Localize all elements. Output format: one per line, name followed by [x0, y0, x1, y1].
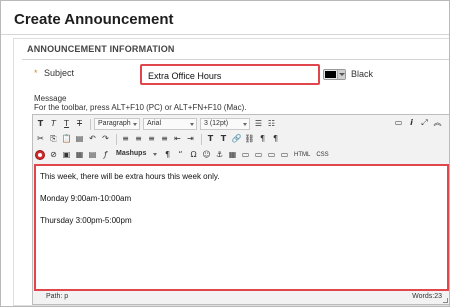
toolbar-separator — [116, 133, 117, 145]
image-icon[interactable]: ▣ — [61, 149, 72, 161]
fullscreen-icon[interactable]: ⤢ — [419, 117, 430, 129]
toolbar-separator — [201, 133, 202, 145]
html-button[interactable]: HTML — [292, 149, 312, 161]
announcement-panel: ANNOUNCEMENT INFORMATION * Subject Extra… — [13, 38, 450, 306]
undo-icon[interactable]: ↶ — [87, 133, 98, 145]
color-swatch — [325, 71, 336, 78]
message-body[interactable]: This week, there will be extra hours thi… — [34, 164, 449, 291]
media-icon[interactable]: ▦ — [74, 149, 85, 161]
strikethrough-icon[interactable]: T — [74, 118, 85, 130]
subscript-icon[interactable]: T — [218, 133, 229, 145]
attach-icon[interactable]: ⊘ — [48, 149, 59, 161]
indent-icon[interactable]: ⇥ — [185, 133, 196, 145]
unlink-icon[interactable]: ⛓ — [244, 133, 255, 145]
preview-icon[interactable]: ▭ — [393, 117, 404, 129]
spellcheck-icon[interactable] — [35, 150, 45, 160]
numbered-list-icon[interactable]: ☷ — [266, 118, 277, 130]
column-icon[interactable]: ▭ — [279, 149, 290, 161]
emoticon-icon[interactable]: ☺ — [201, 149, 212, 161]
align-left-icon[interactable]: ≡ — [120, 133, 131, 145]
text-color-picker[interactable] — [323, 69, 346, 80]
italic-icon[interactable]: T — [48, 118, 59, 130]
chevron-down-icon[interactable] — [337, 70, 345, 79]
anchor-icon[interactable]: ⚓ — [214, 149, 225, 161]
message-label: Message — [34, 94, 67, 103]
paragraph-mark-icon[interactable]: ¶ — [162, 149, 173, 161]
color-name: Black — [351, 69, 374, 79]
bullet-list-icon[interactable]: ☰ — [253, 118, 264, 130]
box-icon[interactable]: ▭ — [240, 149, 251, 161]
special-char-icon[interactable]: Ω — [188, 149, 199, 161]
title-divider — [1, 34, 449, 35]
body-line: This week, there will be extra hours thi… — [40, 172, 220, 181]
toolbar-row-1: T T T T Paragraph Arial 3 (12pt) ☰ ☷ — [35, 117, 279, 131]
rich-text-editor: T T T T Paragraph Arial 3 (12pt) ☰ ☷ ▭ i… — [32, 114, 450, 305]
superscript-icon[interactable]: T — [205, 133, 216, 145]
required-mark: * — [34, 68, 38, 78]
bold-icon[interactable]: T — [35, 118, 46, 130]
font-select[interactable]: Arial — [143, 118, 197, 130]
outdent-icon[interactable]: ⇤ — [172, 133, 183, 145]
toolbar-right-group: ▭ i ⤢ ︽ — [393, 117, 445, 129]
cut-icon[interactable]: ✂ — [35, 133, 46, 145]
section-title: ANNOUNCEMENT INFORMATION — [27, 44, 175, 54]
body-line: Thursday 3:00pm-5:00pm — [40, 216, 132, 225]
subject-input[interactable]: Extra Office Hours — [140, 64, 320, 85]
paste-icon[interactable]: 📋 — [61, 133, 72, 145]
rtl-icon[interactable]: ¶ — [270, 133, 281, 145]
ltr-icon[interactable]: ¶ — [257, 133, 268, 145]
subject-label: Subject — [44, 68, 75, 78]
mashups-menu[interactable]: Mashups — [113, 149, 159, 161]
paragraph-select[interactable]: Paragraph — [94, 118, 140, 130]
window-frame: Create Announcement ANNOUNCEMENT INFORMA… — [0, 0, 450, 307]
row-icon[interactable]: ▭ — [266, 149, 277, 161]
page-title: Create Announcement — [14, 11, 174, 28]
toolbar-separator — [90, 118, 91, 130]
paste-plain-icon[interactable]: ▤ — [74, 133, 85, 145]
align-justify-icon[interactable]: ≡ — [159, 133, 170, 145]
font-size-select[interactable]: 3 (12pt) — [200, 118, 250, 130]
toolbar-row-3: ⊘ ▣ ▦ ▤ ƒ Mashups ¶ “ Ω ☺ ⚓ ▦ ▭ ▭ ▭ ▭ HT… — [35, 148, 333, 162]
collapse-icon[interactable]: ︽ — [432, 117, 443, 129]
resize-handle[interactable] — [443, 298, 448, 303]
toolbar-hint: For the toolbar, press ALT+F10 (PC) or A… — [34, 103, 247, 112]
table-insert-icon[interactable]: ▤ — [87, 149, 98, 161]
link-icon[interactable]: 🔗 — [231, 133, 242, 145]
underline-icon[interactable]: T — [61, 118, 72, 130]
toolbar-row-2: ✂ ⎘ 📋 ▤ ↶ ↷ ≡ ≡ ≡ ≡ ⇤ ⇥ T T 🔗 ⛓ ¶ ¶ — [35, 132, 283, 146]
table-icon[interactable]: ▦ — [227, 149, 238, 161]
word-count: Words:23 — [412, 293, 442, 300]
info-icon[interactable]: i — [406, 117, 417, 129]
element-path: Path: p — [46, 293, 69, 300]
align-right-icon[interactable]: ≡ — [146, 133, 157, 145]
quote-icon[interactable]: “ — [175, 149, 186, 161]
cell-icon[interactable]: ▭ — [253, 149, 264, 161]
body-line — [40, 204, 443, 215]
formula-icon[interactable]: ƒ — [100, 149, 111, 161]
css-button[interactable]: CSS — [314, 149, 330, 161]
body-line: Monday 9:00am-10:00am — [40, 194, 132, 203]
body-line — [40, 182, 443, 193]
section-divider — [22, 59, 449, 60]
copy-icon[interactable]: ⎘ — [48, 133, 59, 145]
redo-icon[interactable]: ↷ — [100, 133, 111, 145]
align-center-icon[interactable]: ≡ — [133, 133, 144, 145]
